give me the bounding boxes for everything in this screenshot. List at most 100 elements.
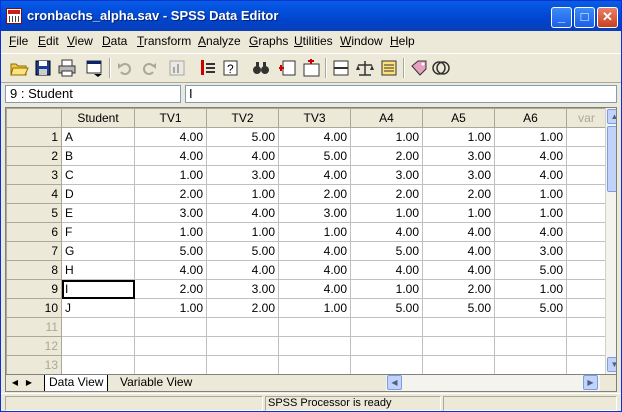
data-cell[interactable]: 1.00 (422, 203, 495, 223)
data-cell[interactable]: 5.00 (206, 127, 279, 147)
column-header-student[interactable]: Student (61, 108, 135, 128)
data-cell[interactable]: 1.00 (134, 222, 207, 242)
data-cell[interactable] (206, 336, 279, 356)
data-cell[interactable] (61, 355, 135, 374)
print-icon[interactable] (57, 58, 77, 78)
scroll-left-icon[interactable]: ◀ (387, 375, 402, 390)
menu-data[interactable]: Data (102, 34, 127, 48)
data-cell[interactable]: 3.00 (422, 165, 495, 185)
data-cell[interactable]: 2.00 (278, 184, 351, 204)
menu-file[interactable]: File (9, 34, 28, 48)
data-cell[interactable] (206, 355, 279, 374)
data-cell[interactable]: J (61, 298, 135, 318)
data-cell[interactable] (566, 165, 607, 185)
data-cell[interactable] (566, 317, 607, 337)
row-header[interactable]: 4 (6, 184, 62, 204)
data-cell[interactable]: 1.00 (494, 184, 567, 204)
use-sets-icon[interactable] (431, 58, 451, 78)
data-cell[interactable]: 4.00 (422, 222, 495, 242)
data-cell[interactable]: D (61, 184, 135, 204)
data-cell[interactable]: 5.00 (494, 298, 567, 318)
select-cases-icon[interactable] (379, 58, 399, 78)
spss-app-icon[interactable] (6, 8, 22, 24)
data-cell[interactable] (350, 336, 423, 356)
menu-help[interactable]: Help (390, 34, 415, 48)
data-cell[interactable] (494, 317, 567, 337)
data-cell[interactable]: A (61, 127, 135, 147)
menu-transform[interactable]: Transform (137, 34, 191, 48)
data-cell[interactable]: 4.00 (494, 146, 567, 166)
scroll-right-icon[interactable]: ▶ (583, 375, 598, 390)
dialog-recall-icon[interactable] (85, 58, 105, 78)
data-cell[interactable]: B (61, 146, 135, 166)
data-cell[interactable]: 1.00 (494, 127, 567, 147)
menu-view[interactable]: View (67, 34, 93, 48)
data-cell[interactable] (494, 336, 567, 356)
weight-cases-icon[interactable] (355, 58, 375, 78)
data-cell[interactable]: 3.00 (350, 165, 423, 185)
data-cell[interactable] (422, 317, 495, 337)
data-cell[interactable]: 4.00 (350, 222, 423, 242)
scroll-down-icon[interactable]: ▼ (607, 357, 616, 372)
data-cell[interactable]: 1.00 (422, 127, 495, 147)
data-cell[interactable]: 1.00 (278, 298, 351, 318)
data-cell[interactable] (134, 317, 207, 337)
data-cell[interactable] (134, 355, 207, 374)
data-cell[interactable]: 4.00 (278, 241, 351, 261)
data-cell[interactable] (278, 355, 351, 374)
data-cell[interactable]: 1.00 (134, 165, 207, 185)
data-cell[interactable]: 4.00 (422, 241, 495, 261)
data-cell[interactable]: 2.00 (350, 146, 423, 166)
data-cell[interactable] (566, 127, 607, 147)
data-cell[interactable] (350, 355, 423, 374)
data-cell[interactable]: 5.00 (350, 241, 423, 261)
cell-reference-field[interactable]: 9 : Student (5, 85, 181, 103)
data-cell[interactable] (494, 355, 567, 374)
data-cell[interactable]: 2.00 (206, 298, 279, 318)
data-cell[interactable] (422, 355, 495, 374)
data-cell[interactable]: 4.00 (134, 146, 207, 166)
data-cell[interactable]: 4.00 (278, 127, 351, 147)
data-cell[interactable]: 3.00 (278, 203, 351, 223)
data-cell[interactable] (566, 298, 607, 318)
goto-chart-icon[interactable] (167, 58, 187, 78)
data-cell[interactable]: 5.00 (134, 241, 207, 261)
data-cell[interactable]: 5.00 (422, 298, 495, 318)
data-cell[interactable]: 4.00 (206, 203, 279, 223)
data-cell[interactable]: 4.00 (422, 260, 495, 280)
data-cell[interactable] (206, 317, 279, 337)
minimize-button[interactable]: _ (551, 7, 572, 28)
variables-icon[interactable]: ? (221, 58, 241, 78)
data-cell[interactable]: F (61, 222, 135, 242)
data-cell[interactable] (422, 336, 495, 356)
open-file-icon[interactable] (9, 58, 29, 78)
data-cell[interactable] (566, 260, 607, 280)
row-header[interactable]: 10 (6, 298, 62, 318)
data-cell[interactable]: 1.00 (350, 203, 423, 223)
data-cell[interactable]: 5.00 (206, 241, 279, 261)
redo-icon[interactable] (139, 58, 159, 78)
column-header-var[interactable]: var (566, 108, 607, 128)
menu-edit[interactable]: Edit (38, 34, 59, 48)
column-header-a4[interactable]: A4 (350, 108, 423, 128)
data-cell[interactable]: 5.00 (494, 260, 567, 280)
row-header[interactable]: 6 (6, 222, 62, 242)
data-cell[interactable] (278, 336, 351, 356)
data-cell[interactable]: 1.00 (134, 298, 207, 318)
data-cell[interactable]: E (61, 203, 135, 223)
data-cell[interactable]: 5.00 (350, 298, 423, 318)
data-cell[interactable] (566, 184, 607, 204)
column-header-a6[interactable]: A6 (494, 108, 567, 128)
data-cell[interactable] (566, 203, 607, 223)
undo-icon[interactable] (115, 58, 135, 78)
data-cell[interactable]: 3.00 (422, 146, 495, 166)
data-cell[interactable]: 1.00 (206, 222, 279, 242)
data-cell[interactable]: I (61, 279, 135, 299)
save-icon[interactable] (33, 58, 53, 78)
data-cell[interactable]: G (61, 241, 135, 261)
tab-scroll-right-icon[interactable]: ▶ (22, 376, 36, 390)
title-bar[interactable]: cronbachs_alpha.sav - SPSS Data Editor _… (1, 1, 621, 31)
find-icon[interactable] (251, 58, 271, 78)
tab-data-view[interactable]: Data View (44, 375, 109, 391)
data-cell[interactable]: 2.00 (134, 184, 207, 204)
